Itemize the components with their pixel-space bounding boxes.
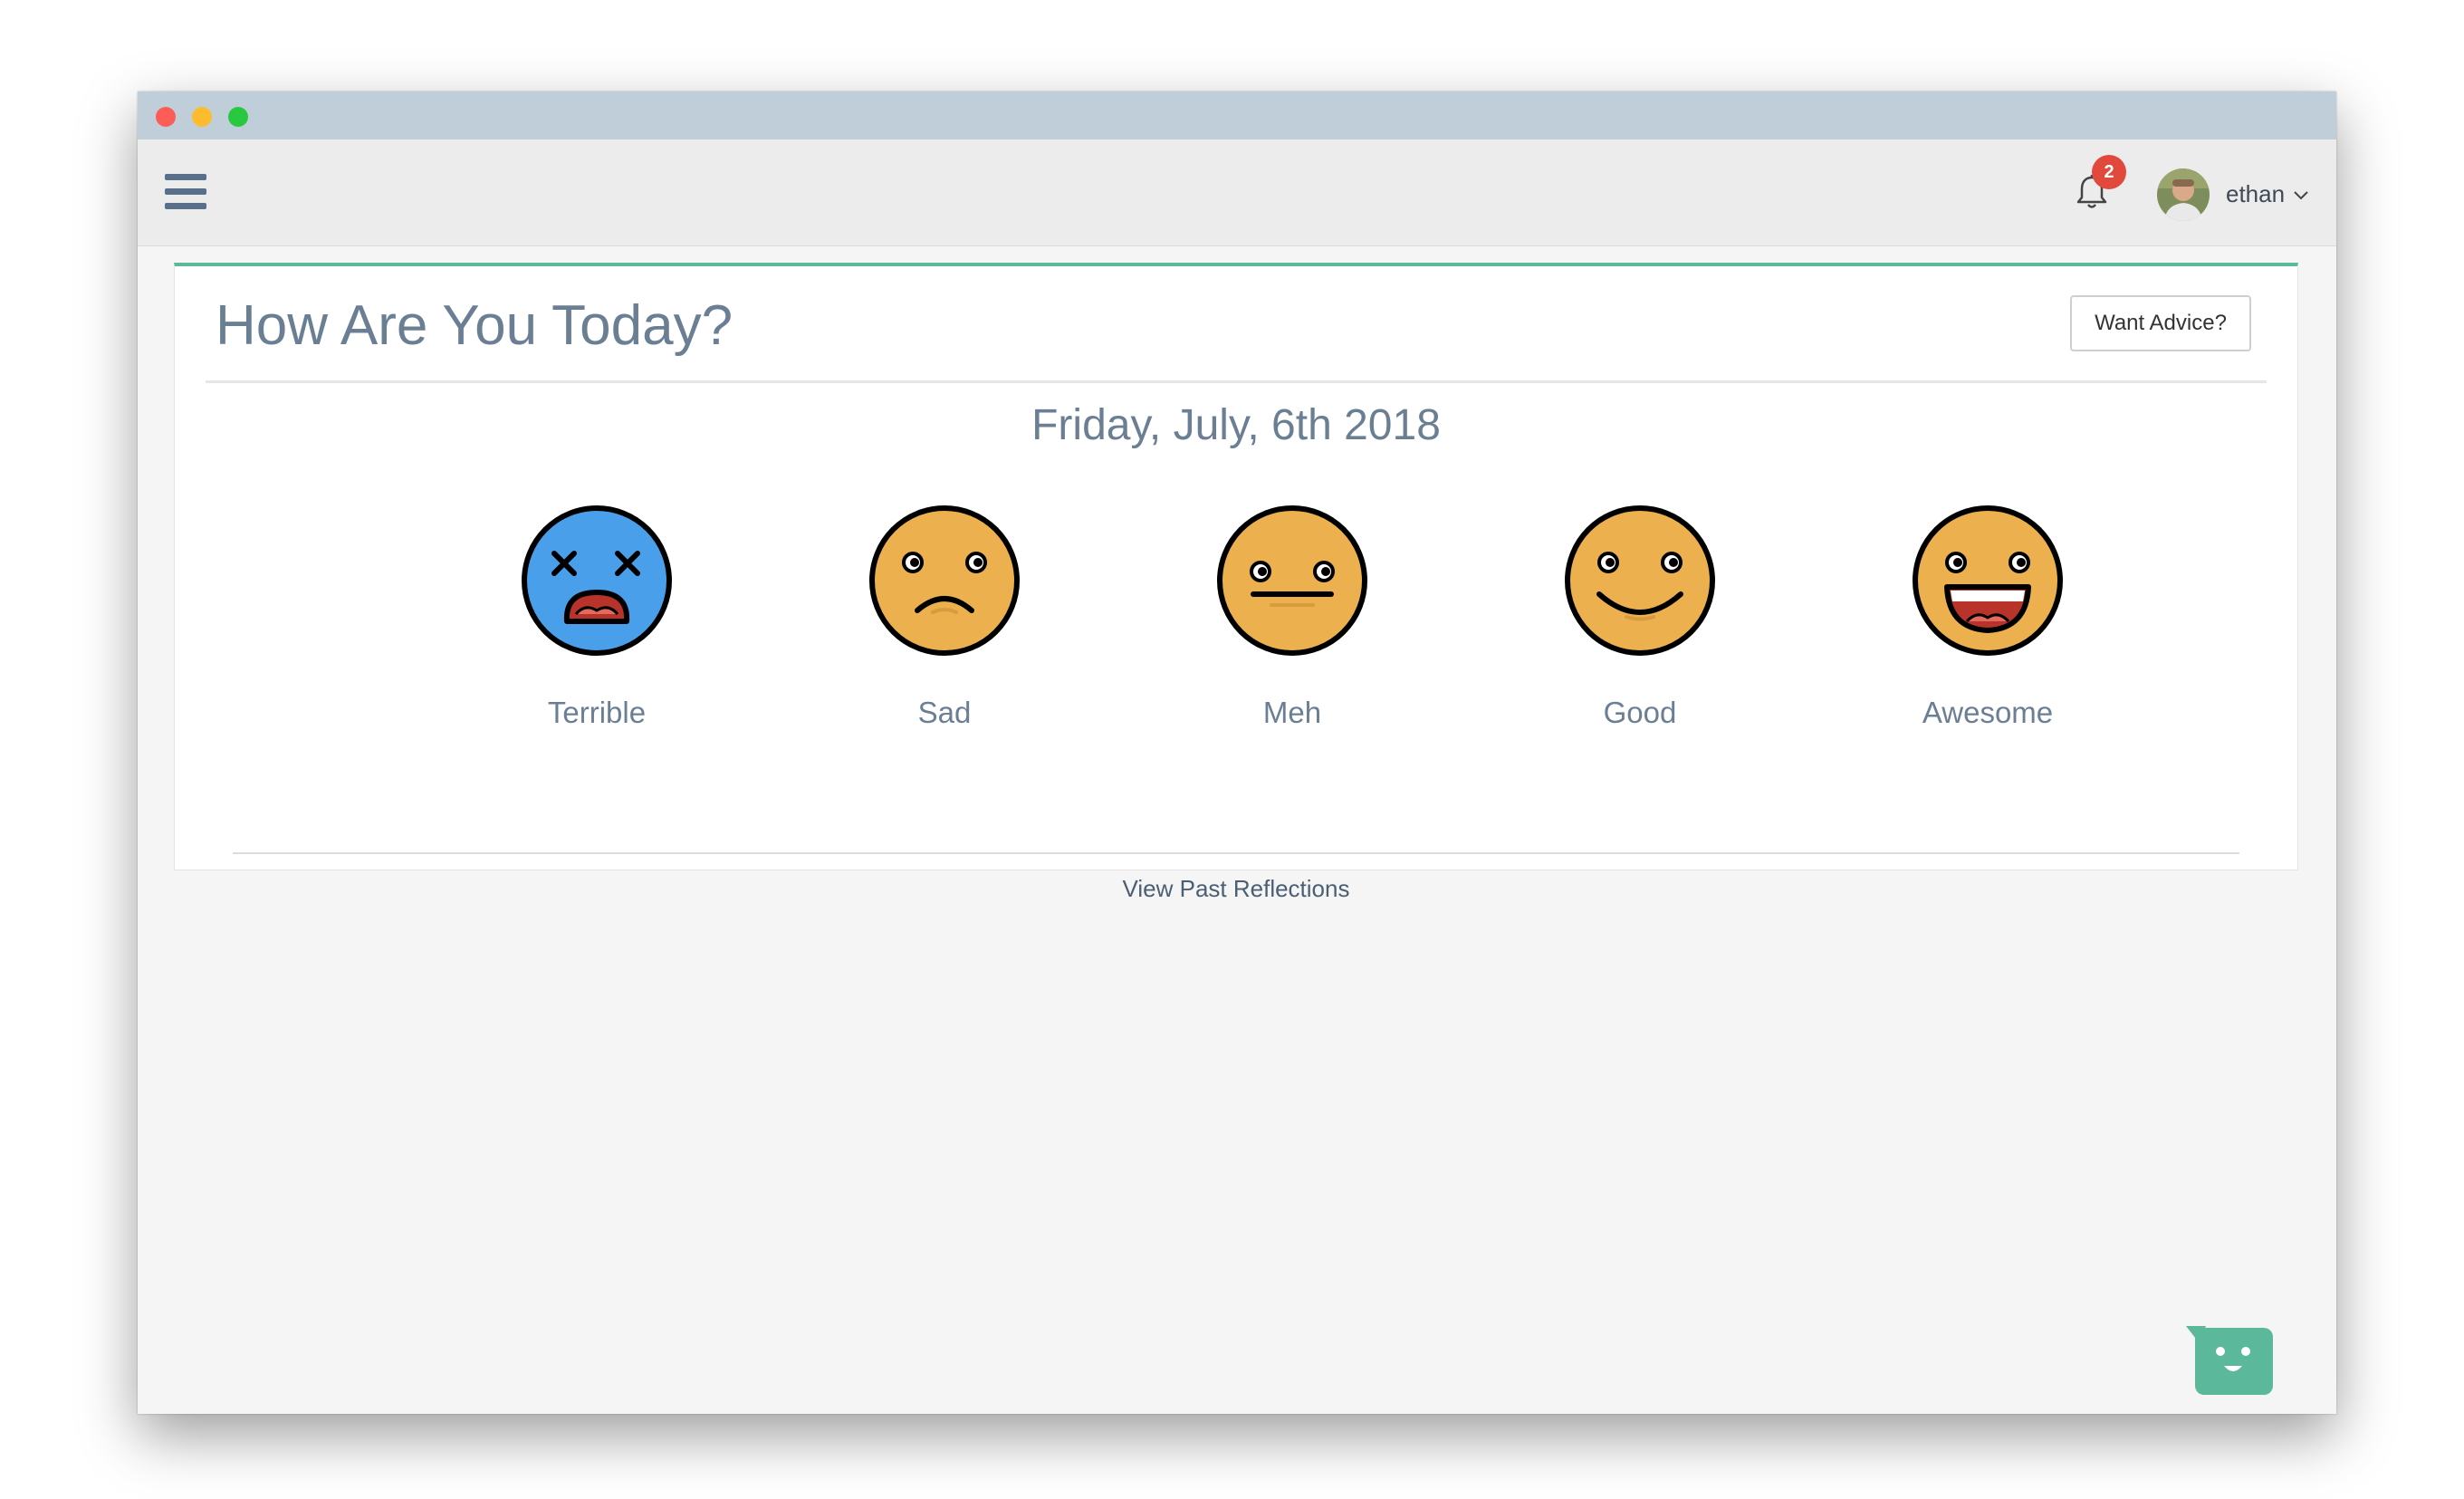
mood-label: Meh bbox=[1262, 696, 1322, 729]
mood-label: Awesome bbox=[1922, 696, 2054, 729]
chevron-down-icon[interactable] bbox=[2293, 190, 2309, 201]
browser-window: 2 ethan How Are You Today? Want Advice? … bbox=[138, 91, 2336, 1414]
view-past-reflections-link[interactable]: View Past Reflections bbox=[175, 875, 2297, 903]
mood-option-terrible[interactable]: Terrible bbox=[479, 504, 714, 748]
divider bbox=[233, 852, 2239, 854]
smiling-face-icon bbox=[1565, 505, 1715, 656]
maximize-window-button[interactable] bbox=[228, 107, 248, 127]
menu-icon[interactable] bbox=[165, 174, 206, 210]
mood-card: How Are You Today? Want Advice? Friday, … bbox=[174, 263, 2298, 902]
minimize-window-button[interactable] bbox=[192, 107, 212, 127]
page-title: How Are You Today? bbox=[216, 294, 733, 357]
want-advice-button[interactable]: Want Advice? bbox=[2070, 295, 2251, 351]
dizzy-face-icon bbox=[522, 505, 672, 656]
grinning-face-icon bbox=[1913, 505, 2063, 656]
divider bbox=[206, 380, 2267, 383]
mood-option-good[interactable]: Good bbox=[1522, 504, 1758, 748]
user-menu-name[interactable]: ethan bbox=[2226, 180, 2285, 208]
mood-label: Terrible bbox=[547, 696, 647, 729]
notification-badge: 2 bbox=[2092, 155, 2126, 189]
mood-option-sad[interactable]: Sad bbox=[827, 504, 1062, 748]
current-date: Friday, July, 6th 2018 bbox=[1031, 401, 1441, 449]
mood-label: Sad bbox=[917, 696, 972, 729]
neutral-face-icon bbox=[1217, 505, 1367, 656]
mood-option-awesome[interactable]: Awesome bbox=[1870, 504, 2105, 748]
window-titlebar bbox=[138, 91, 2336, 139]
avatar[interactable] bbox=[2157, 168, 2210, 221]
top-navbar: 2 ethan bbox=[138, 139, 2336, 246]
chat-widget-button[interactable] bbox=[2186, 1324, 2275, 1397]
mood-label: Good bbox=[1603, 696, 1677, 729]
close-window-button[interactable] bbox=[156, 107, 176, 127]
sad-face-icon bbox=[869, 505, 1020, 656]
mood-option-meh[interactable]: Meh bbox=[1174, 504, 1410, 748]
